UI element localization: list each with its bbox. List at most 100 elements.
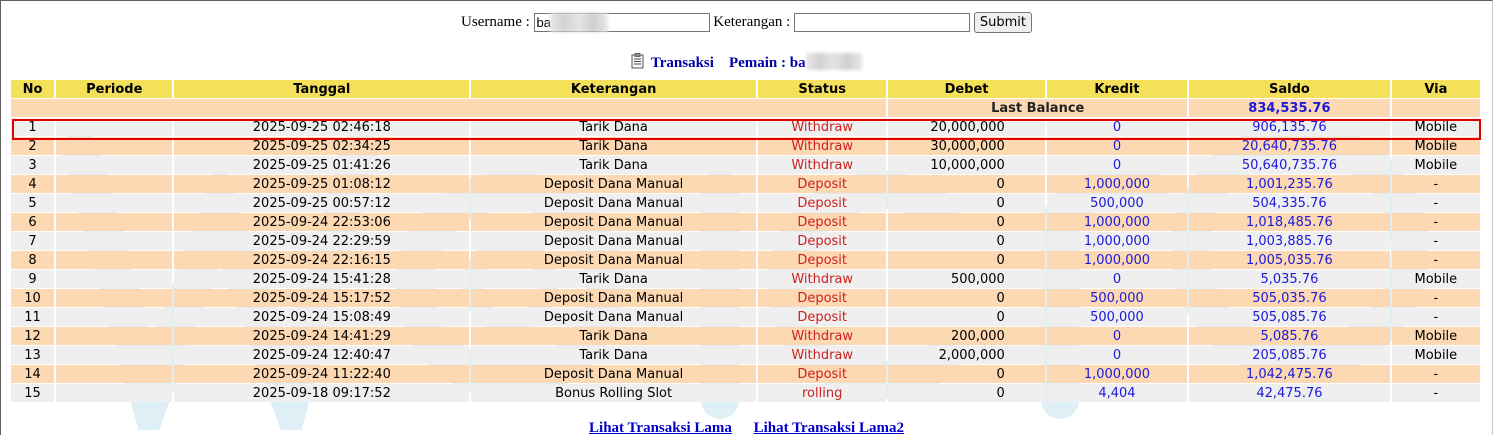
cell-via: - <box>1391 251 1480 269</box>
cell-debet: 500,000 <box>888 270 1045 288</box>
last-balance-row: Last Balance 834,535.76 <box>11 99 1480 117</box>
document-icon <box>631 53 644 74</box>
cell-periode <box>56 156 173 174</box>
table-row: 1 2025-09-25 02:46:18 Tarik Dana Withdraw 20… <box>11 118 1480 136</box>
cell-status: Withdraw <box>758 346 887 364</box>
table-row: 3 2025-09-25 01:41:26 Tarik Dana Withdraw 10… <box>11 156 1480 174</box>
cell-no: 13 <box>11 346 55 364</box>
table-row: 10 2025-09-24 15:17:52 Deposit Dana Manual… <box>11 289 1480 307</box>
keterangan-input[interactable] <box>794 13 971 32</box>
header-via: Via <box>1391 80 1480 98</box>
cell-keterangan: Tarik Dana <box>471 156 756 174</box>
header-debet: Debet <box>888 80 1045 98</box>
cell-debet: 0 <box>888 289 1045 307</box>
cell-debet: 0 <box>888 251 1045 269</box>
cell-via: - <box>1391 232 1480 250</box>
cell-tanggal: 2025-09-24 15:41:28 <box>174 270 470 288</box>
header-keterangan: Keterangan <box>471 80 756 98</box>
cell-no: 1 <box>11 118 55 136</box>
cell-no: 7 <box>11 232 55 250</box>
cell-kredit: 0 <box>1046 346 1188 364</box>
username-label: Username : <box>461 14 530 30</box>
table-header-row: No Periode Tanggal Keterangan Status Deb… <box>11 80 1480 98</box>
cell-no: 14 <box>11 365 55 383</box>
cell-keterangan: Deposit Dana Manual <box>471 251 756 269</box>
table-row: 6 2025-09-24 22:53:06 Deposit Dana Manual D… <box>11 213 1480 231</box>
cell-keterangan: Deposit Dana Manual <box>471 308 756 326</box>
page-title: Transaksi Pemain : ba <box>0 53 1493 74</box>
submit-button[interactable]: Submit <box>973 12 1032 33</box>
cell-keterangan: Tarik Dana <box>471 346 756 364</box>
cell-status: Deposit <box>758 194 887 212</box>
table-row: 15 2025-09-18 09:17:52 Bonus Rolling Slot r… <box>11 384 1480 402</box>
cell-periode <box>56 270 173 288</box>
cell-debet: 0 <box>888 194 1045 212</box>
cell-saldo: 42,475.76 <box>1189 384 1390 402</box>
cell-tanggal: 2025-09-25 02:46:18 <box>174 118 470 136</box>
cell-status: rolling <box>758 384 887 402</box>
cell-status: Withdraw <box>758 137 887 155</box>
cell-status: Withdraw <box>758 156 887 174</box>
cell-periode <box>56 213 173 231</box>
cell-debet: 2,000,000 <box>888 346 1045 364</box>
cell-via: - <box>1391 175 1480 193</box>
cell-kredit: 0 <box>1046 327 1188 345</box>
cell-via: Mobile <box>1391 327 1480 345</box>
old-transactions-link[interactable]: Lihat Transaksi Lama <box>589 420 732 436</box>
cell-keterangan: Tarik Dana <box>471 327 756 345</box>
table-row: 7 2025-09-24 22:29:59 Deposit Dana Manual D… <box>11 232 1480 250</box>
cell-no: 6 <box>11 213 55 231</box>
cell-no: 11 <box>11 308 55 326</box>
cell-status: Deposit <box>758 251 887 269</box>
cell-saldo: 906,135.76 <box>1189 118 1390 136</box>
cell-tanggal: 2025-09-24 15:17:52 <box>174 289 470 307</box>
cell-kredit: 0 <box>1046 156 1188 174</box>
old-transaction-links: Lihat Transaksi Lama Lihat Transaksi Lam… <box>0 420 1493 437</box>
cell-status: Withdraw <box>758 327 887 345</box>
cell-saldo: 504,335.76 <box>1189 194 1390 212</box>
cell-keterangan: Deposit Dana Manual <box>471 194 756 212</box>
cell-keterangan: Deposit Dana Manual <box>471 232 756 250</box>
cell-kredit: 0 <box>1046 118 1188 136</box>
cell-saldo: 505,085.76 <box>1189 308 1390 326</box>
header-no: No <box>11 80 55 98</box>
cell-debet: 10,000,000 <box>888 156 1045 174</box>
table-row: 4 2025-09-25 01:08:12 Deposit Dana Manual D… <box>11 175 1480 193</box>
cell-no: 5 <box>11 194 55 212</box>
cell-no: 9 <box>11 270 55 288</box>
cell-no: 4 <box>11 175 55 193</box>
cell-kredit: 0 <box>1046 137 1188 155</box>
cell-tanggal: 2025-09-25 00:57:12 <box>174 194 470 212</box>
cell-debet: 0 <box>888 175 1045 193</box>
cell-debet: 0 <box>888 213 1045 231</box>
cell-debet: 200,000 <box>888 327 1045 345</box>
transaction-table: No Periode Tanggal Keterangan Status Deb… <box>9 79 1482 403</box>
cell-no: 15 <box>11 384 55 402</box>
cell-kredit: 500,000 <box>1046 308 1188 326</box>
cell-debet: 20,000,000 <box>888 118 1045 136</box>
cell-periode <box>56 251 173 269</box>
cell-tanggal: 2025-09-24 11:22:40 <box>174 365 470 383</box>
cell-via: Mobile <box>1391 346 1480 364</box>
cell-status: Withdraw <box>758 270 887 288</box>
cell-keterangan: Deposit Dana Manual <box>471 289 756 307</box>
redaction-blur <box>549 13 608 32</box>
cell-saldo: 1,001,235.76 <box>1189 175 1390 193</box>
cell-periode <box>56 118 173 136</box>
old-transactions-2-link[interactable]: Lihat Transaksi Lama2 <box>754 420 904 436</box>
table-row: 13 2025-09-24 12:40:47 Tarik Dana Withdraw 2… <box>11 346 1480 364</box>
cell-kredit: 1,000,000 <box>1046 251 1188 269</box>
cell-tanggal: 2025-09-25 02:34:25 <box>174 137 470 155</box>
cell-saldo: 50,640,735.76 <box>1189 156 1390 174</box>
cell-saldo: 1,003,885.76 <box>1189 232 1390 250</box>
cell-keterangan: Tarik Dana <box>471 137 756 155</box>
cell-tanggal: 2025-09-25 01:41:26 <box>174 156 470 174</box>
search-form: Username : Keterangan : Submit <box>0 12 1493 33</box>
cell-via: - <box>1391 365 1480 383</box>
cell-tanggal: 2025-09-24 22:53:06 <box>174 213 470 231</box>
cell-periode <box>56 289 173 307</box>
pemain-label: Pemain : ba <box>728 55 806 71</box>
cell-debet: 0 <box>888 308 1045 326</box>
cell-tanggal: 2025-09-18 09:17:52 <box>174 384 470 402</box>
cell-saldo: 1,018,485.76 <box>1189 213 1390 231</box>
